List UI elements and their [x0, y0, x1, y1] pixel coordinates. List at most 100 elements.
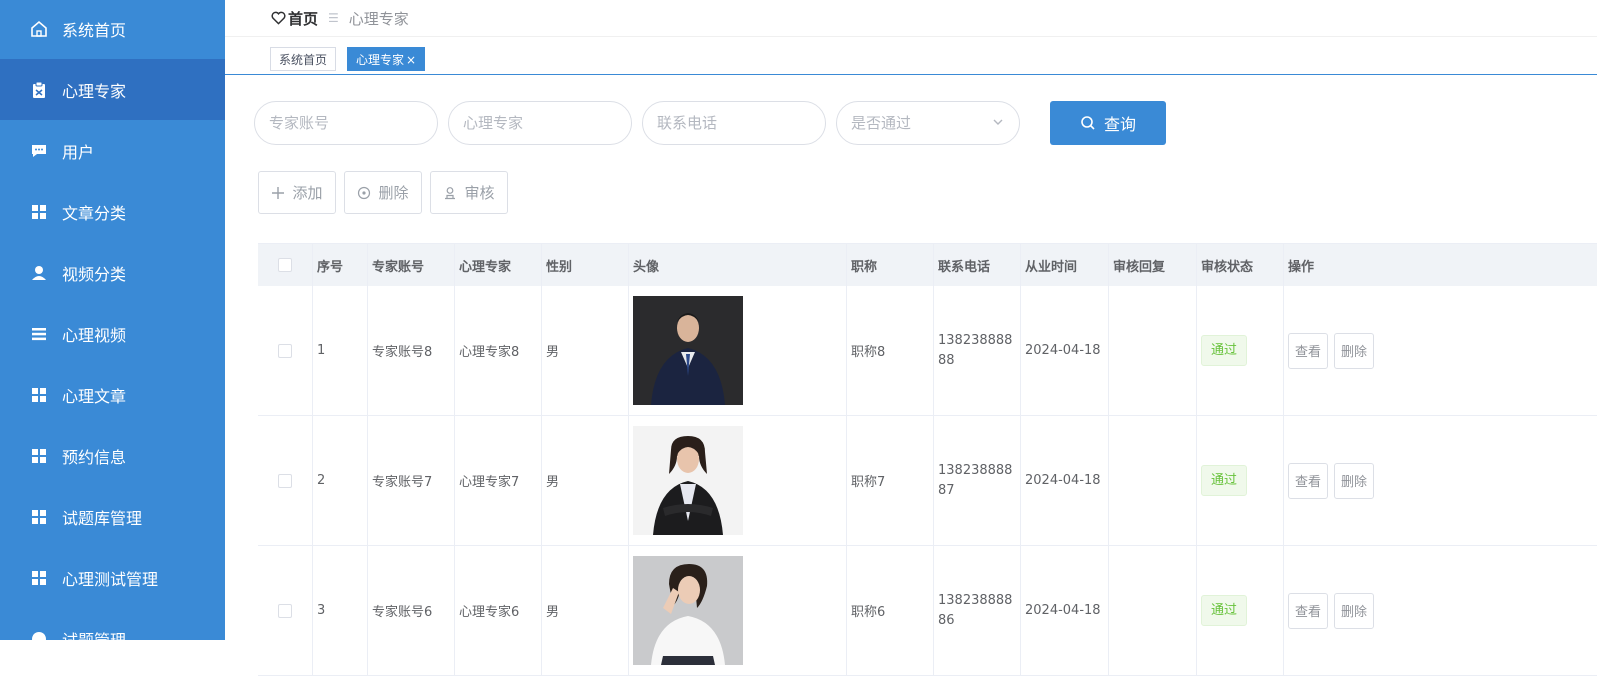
- main-content: 首页 ☰ 心理专家 系统首页 心理专家× 查询 添加 删除 审核 序号: [225, 0, 1597, 676]
- cell-name: 心理专家7: [455, 416, 542, 545]
- review-button-label: 审核: [464, 184, 495, 202]
- cell-actions: 查看 删除: [1284, 286, 1597, 415]
- sidebar-item-appointments[interactable]: 预约信息: [0, 425, 225, 486]
- row-delete-button[interactable]: 删除: [1334, 462, 1375, 499]
- sidebar-item-articles[interactable]: 心理文章: [0, 364, 225, 425]
- sidebar-item-question-bank[interactable]: 试题库管理: [0, 486, 225, 547]
- column-header: 联系电话: [934, 244, 1021, 286]
- sidebar-item-experts[interactable]: 心理专家: [0, 59, 225, 120]
- cell-index: 1: [313, 286, 368, 415]
- table-row: 1 专家账号8 心理专家8 男 职称8 13823888888 2024-04-…: [258, 286, 1597, 416]
- column-header: 头像: [629, 244, 847, 286]
- sidebar-item-article-category[interactable]: 文章分类: [0, 181, 225, 242]
- close-icon[interactable]: ×: [406, 53, 416, 67]
- search-name-input[interactable]: [449, 102, 631, 144]
- tags-view: 系统首页 心理专家 ×: [225, 36, 1597, 75]
- cell-gender: 男: [542, 546, 629, 675]
- user-icon: [30, 264, 48, 282]
- cell-title: 职称6: [847, 546, 934, 675]
- cell-phone: 13823888888: [934, 286, 1021, 415]
- breadcrumb-separator-icon: ☰: [328, 11, 339, 25]
- sidebar-item-home[interactable]: 系统首页: [0, 0, 225, 59]
- column-header: 职称: [847, 244, 934, 286]
- phone-text: 13823888887: [938, 462, 1013, 498]
- row-delete-button[interactable]: 删除: [1334, 592, 1375, 629]
- add-button[interactable]: 添加: [258, 171, 336, 214]
- tab-home[interactable]: 系统首页: [270, 47, 337, 71]
- sidebar-item-label: 视频分类: [62, 264, 127, 284]
- view-button[interactable]: 查看: [1288, 592, 1329, 629]
- cell-reply: [1109, 286, 1197, 415]
- view-button[interactable]: 查看: [1288, 332, 1329, 369]
- status-select[interactable]: [836, 101, 1020, 145]
- sidebar-item-questions[interactable]: 试题管理: [0, 608, 225, 640]
- row-checkbox[interactable]: [278, 473, 292, 488]
- cell-status: 通过: [1197, 546, 1284, 675]
- chevron-down-icon: [993, 119, 1003, 125]
- breadcrumb-current: 心理专家: [348, 9, 409, 28]
- search-account-input[interactable]: [255, 102, 437, 144]
- heart-icon: [271, 11, 286, 25]
- grid-icon: [30, 203, 48, 221]
- sidebar-item-videos[interactable]: 心理视频: [0, 303, 225, 364]
- delete-button[interactable]: 删除: [344, 171, 422, 214]
- status-badge: 通过: [1201, 335, 1248, 366]
- sidebar-item-label: 试题库管理: [62, 508, 143, 528]
- row-select-cell: [258, 546, 313, 675]
- search-button-label: 查询: [1103, 117, 1136, 134]
- avatar: [633, 556, 743, 665]
- cell-gender: 男: [542, 416, 629, 545]
- chat-icon: [30, 142, 48, 160]
- search-phone-field[interactable]: [642, 101, 826, 145]
- grid-icon: [30, 508, 48, 526]
- cell-name: 心理专家6: [455, 546, 542, 675]
- status-badge: 通过: [1201, 465, 1248, 496]
- sidebar-item-tests[interactable]: 心理测试管理: [0, 547, 225, 608]
- row-select-cell: [258, 286, 313, 415]
- select-all-checkbox[interactable]: [278, 258, 292, 272]
- cell-name: 心理专家8: [455, 286, 542, 415]
- cell-title: 职称7: [847, 416, 934, 545]
- cell-status: 通过: [1197, 416, 1284, 545]
- phone-text: 13823888888: [938, 332, 1013, 368]
- cell-actions: 查看 删除: [1284, 416, 1597, 545]
- row-checkbox[interactable]: [278, 343, 292, 358]
- search-icon: [1080, 115, 1096, 131]
- search-account-field[interactable]: [254, 101, 438, 145]
- cell-avatar: [629, 416, 847, 545]
- sidebar-item-label: 心理测试管理: [62, 569, 159, 589]
- sidebar-item-label: 心理视频: [62, 325, 127, 345]
- cell-index: 2: [313, 416, 368, 545]
- column-header: 序号: [313, 244, 368, 286]
- row-delete-button[interactable]: 删除: [1334, 332, 1375, 369]
- cell-actions: 查看 删除: [1284, 546, 1597, 675]
- select-all-cell: [258, 244, 313, 286]
- column-header: 操作: [1288, 259, 1315, 275]
- column-header: 从业时间: [1021, 244, 1109, 286]
- table-header: 序号 专家账号 心理专家 性别 头像 职称 联系电话 从业时间 审核回复 审核状…: [258, 243, 1597, 286]
- avatar: [633, 296, 743, 405]
- row-checkbox[interactable]: [278, 603, 292, 618]
- cell-account: 专家账号8: [368, 286, 455, 415]
- cell-gender: 男: [542, 286, 629, 415]
- column-header: 审核回复: [1109, 244, 1197, 286]
- cell-phone: 13823888886: [934, 546, 1021, 675]
- view-button[interactable]: 查看: [1288, 462, 1329, 499]
- search-button[interactable]: 查询: [1050, 101, 1166, 145]
- avatar: [633, 426, 743, 535]
- cell-time: 2024-04-18: [1021, 546, 1109, 675]
- home-icon: [30, 20, 48, 38]
- row-select-cell: [258, 416, 313, 545]
- breadcrumb-home[interactable]: 首页: [271, 8, 318, 29]
- tab-experts[interactable]: 心理专家 ×: [347, 47, 426, 71]
- sidebar-item-label: 预约信息: [62, 447, 127, 467]
- sidebar-item-users[interactable]: 用户: [0, 120, 225, 181]
- search-name-field[interactable]: [448, 101, 632, 145]
- search-phone-input[interactable]: [643, 102, 825, 144]
- sidebar-item-video-category[interactable]: 视频分类: [0, 242, 225, 303]
- review-button[interactable]: 审核: [430, 171, 508, 214]
- cell-status: 通过: [1197, 286, 1284, 415]
- cell-phone: 13823888887: [934, 416, 1021, 545]
- delete-button-label: 删除: [378, 184, 409, 202]
- cell-avatar: [629, 546, 847, 675]
